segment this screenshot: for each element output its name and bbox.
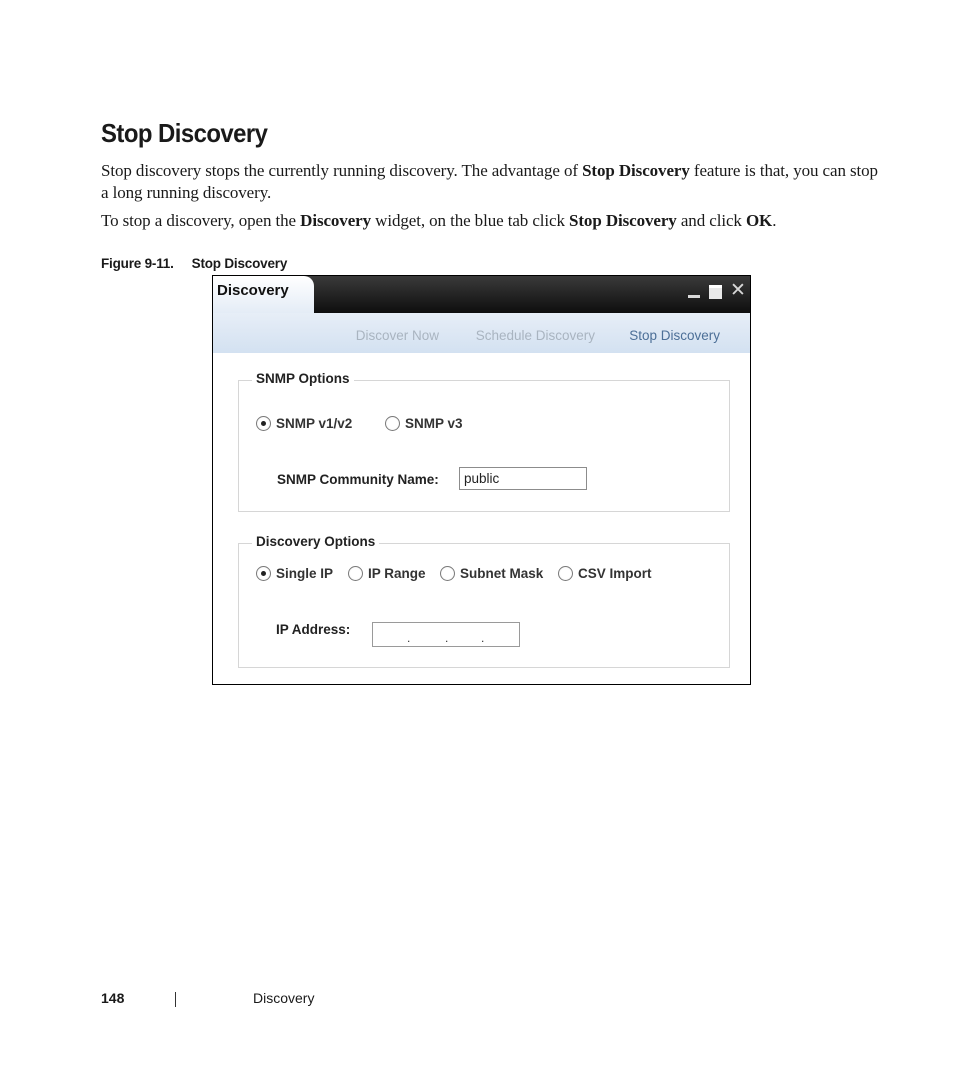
radio-selected-icon <box>256 416 271 431</box>
radio-unselected-icon <box>385 416 400 431</box>
discovery-widget: Discovery ✕ Discover Now Schedule Discov… <box>212 275 751 685</box>
radio-label: SNMP v3 <box>405 416 463 431</box>
radio-unselected-icon <box>440 566 455 581</box>
title-bar: Discovery ✕ <box>213 276 750 313</box>
figure-number: Figure 9-11. <box>101 256 174 271</box>
intro-paragraph: Stop discovery stops the currently runni… <box>101 160 881 204</box>
tab-stop-discovery[interactable]: Stop Discovery <box>629 328 720 343</box>
window-controls: ✕ <box>686 281 746 300</box>
figure-title: Stop Discovery <box>191 256 288 271</box>
instruction-paragraph: To stop a discovery, open the Discovery … <box>101 210 881 232</box>
footer-divider <box>175 992 176 1007</box>
discovery-options-group: Discovery Options Single IP IP Range Sub… <box>238 534 730 668</box>
radio-unselected-icon <box>348 566 363 581</box>
ip-octet-separator: . <box>445 631 449 645</box>
title-tab: Discovery <box>213 276 314 313</box>
ip-address-input[interactable]: . . . <box>372 622 520 647</box>
para2-text-1: To stop a discovery, open the <box>101 211 301 230</box>
ip-address-label: IP Address: <box>276 622 351 637</box>
minimize-icon[interactable] <box>686 283 702 299</box>
footer-section-name: Discovery <box>253 990 315 1006</box>
widget-title: Discovery <box>217 282 289 299</box>
radio-ip-range[interactable]: IP Range <box>348 566 426 581</box>
snmp-options-group: SNMP Options SNMP v1/v2 SNMP v3 SNMP Com… <box>238 371 730 512</box>
discovery-options-legend: Discovery Options <box>252 534 380 549</box>
radio-label: Single IP <box>276 566 334 581</box>
radio-label: IP Range <box>368 566 426 581</box>
page-number: 148 <box>101 990 125 1006</box>
radio-selected-icon <box>256 566 271 581</box>
para2-text-2: widget, on the blue tab click <box>371 211 570 230</box>
radio-single-ip[interactable]: Single IP <box>256 566 333 581</box>
radio-label: SNMP v1/v2 <box>276 416 353 431</box>
para1-text-1: Stop discovery stops the currently runni… <box>101 161 583 180</box>
ip-octet-separator: . <box>407 631 411 645</box>
para1-bold-stop-discovery: Stop Discovery <box>582 161 690 180</box>
para2-text-3: and click <box>676 211 746 230</box>
action-tab-bar: Discover Now Schedule Discovery Stop Dis… <box>213 313 750 353</box>
para2-text-4: . <box>772 211 777 230</box>
page-footer: 148 Discovery <box>101 990 701 1010</box>
tab-discover-now[interactable]: Discover Now <box>356 328 439 343</box>
radio-label: Subnet Mask <box>460 566 544 581</box>
radio-subnet-mask[interactable]: Subnet Mask <box>440 566 543 581</box>
radio-csv-import[interactable]: CSV Import <box>558 566 652 581</box>
radio-snmp-v3[interactable]: SNMP v3 <box>385 416 463 431</box>
ip-octet-separator: . <box>481 631 485 645</box>
para2-bold-ok: OK <box>745 211 773 230</box>
close-icon[interactable]: ✕ <box>730 281 746 300</box>
section-heading: Stop Discovery <box>101 118 268 148</box>
snmp-options-legend: SNMP Options <box>252 371 354 386</box>
community-name-input[interactable] <box>459 467 587 490</box>
radio-label: CSV Import <box>578 566 652 581</box>
tab-schedule-discovery[interactable]: Schedule Discovery <box>476 328 595 343</box>
para2-bold-stop-discovery: Stop Discovery <box>569 211 677 230</box>
community-name-label: SNMP Community Name: <box>277 472 439 487</box>
figure-caption: Figure 9-11. Stop Discovery <box>101 256 287 271</box>
maximize-icon[interactable] <box>708 283 724 299</box>
radio-snmp-v1v2[interactable]: SNMP v1/v2 <box>256 416 352 431</box>
radio-unselected-icon <box>558 566 573 581</box>
para2-bold-discovery: Discovery <box>300 211 371 230</box>
